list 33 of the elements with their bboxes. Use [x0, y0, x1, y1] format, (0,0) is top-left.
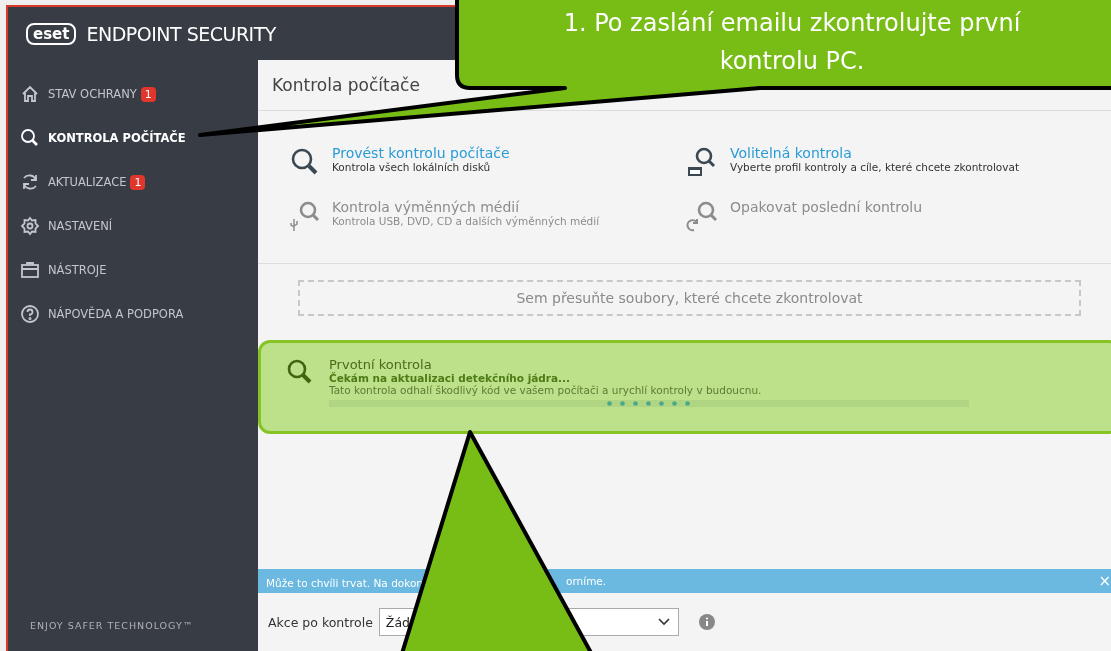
field-label: Akce po kontrole	[268, 614, 373, 630]
scan-option[interactable]: Provést kontrolu počítače Kontrola všech lokálních disků	[288, 145, 686, 179]
sidebar-item[interactable]: STAV OCHRANY 1	[8, 72, 258, 116]
footer-slogan: ENJOY SAFER TECHNOLOGY™	[29, 620, 195, 631]
sidebar-item[interactable]: NÁSTROJE	[8, 248, 258, 292]
search-icon	[20, 128, 40, 148]
callout-text: 1. Po zaslání emailu zkontrolujte první kontrolu PC.	[562, 8, 1022, 77]
file-drop-zone[interactable]: Sem přesuňte soubory, které chcete zkontrolovat	[298, 280, 1081, 316]
banner-text: orníme.	[566, 575, 607, 587]
sidebar-item[interactable]: NASTAVENÍ	[8, 204, 258, 248]
sidebar-item[interactable]: KONTROLA POČÍTAČE	[8, 116, 258, 160]
settings-icon	[20, 216, 40, 236]
scan-option[interactable]: Volitelná kontrola Vyberte profil kontroly a cíle, které chcete zkontrolovat	[686, 145, 1111, 179]
sidebar-item[interactable]: NÁPOVĚDA A PODPORA	[8, 292, 258, 336]
sidebar-item[interactable]: AKTUALIZACE 1	[8, 160, 258, 204]
loading-dots-icon	[607, 401, 691, 406]
notification-badge: 1	[140, 86, 156, 102]
repeat-search-icon	[686, 199, 720, 233]
scan-description: Tato kontrola odhalí škodlivý kód ve vašem počítači a urychlí kontroly v budoucnu.	[329, 384, 763, 396]
help-icon	[20, 304, 40, 324]
scan-card[interactable]: Prvotní kontrola Čekám na aktualizaci detekčního jádra... Tato kontrola odhalí škodlivý kód ve vašem počítači a urychlí kontroly v budoucnu.	[258, 340, 1111, 434]
usb-search-icon	[288, 199, 322, 233]
scan-title: Prvotní kontrola	[329, 357, 433, 372]
app-logo: eset	[26, 22, 77, 45]
scan-status: Čekám na aktualizaci detekčního jádra...	[329, 372, 571, 384]
app-title: ENDPOINT SECURITY	[86, 22, 276, 45]
notification-badge: 1	[130, 174, 146, 190]
refresh-icon	[20, 172, 40, 192]
toolbox-icon	[20, 260, 40, 280]
home-icon	[20, 84, 40, 104]
info-icon	[698, 614, 715, 630]
banner-text: Může to chvíli trvat. Na dokon	[266, 576, 423, 589]
chevron-down-icon	[657, 618, 670, 626]
